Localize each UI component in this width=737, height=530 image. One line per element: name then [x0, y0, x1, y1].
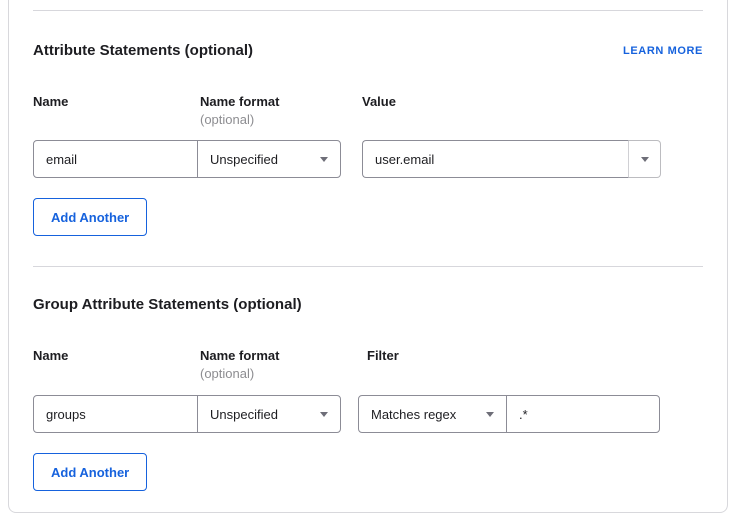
top-divider — [33, 10, 703, 11]
settings-card: Attribute Statements (optional) LEARN MO… — [8, 0, 728, 513]
dropdown-caret-icon — [320, 157, 328, 162]
attribute-statement-row: Unspecified — [33, 140, 703, 178]
name-format-optional-label: (optional) — [200, 112, 362, 128]
group-attribute-statements-title: Group Attribute Statements (optional) — [33, 296, 302, 314]
dropdown-caret-icon — [641, 157, 649, 162]
filter-column-label: Filter — [367, 347, 399, 364]
group-attribute-name-input[interactable] — [33, 395, 198, 433]
group-attribute-name-format-value: Unspecified — [210, 407, 278, 422]
attribute-value-dropdown-button[interactable] — [629, 140, 661, 178]
group-name-format-optional-label: (optional) — [200, 366, 367, 382]
section-divider — [33, 266, 703, 267]
group-filter-type-select[interactable]: Matches regex — [358, 395, 507, 433]
attribute-value-input[interactable] — [362, 140, 629, 178]
attribute-statements-title: Attribute Statements (optional) — [33, 42, 253, 60]
attribute-name-format-value: Unspecified — [210, 152, 278, 167]
dropdown-caret-icon — [320, 412, 328, 417]
name-column-label: Name — [33, 93, 200, 110]
value-column-label: Value — [362, 93, 396, 110]
name-format-column-label: Name format — [200, 93, 362, 110]
group-filter-value-input[interactable] — [506, 395, 660, 433]
group-name-column-label: Name — [33, 347, 200, 364]
dropdown-caret-icon — [486, 412, 494, 417]
add-another-attribute-button[interactable]: Add Another — [33, 198, 147, 236]
group-attribute-columns-header: Name Name format (optional) Filter — [33, 347, 703, 382]
attribute-statements-header: Attribute Statements (optional) LEARN MO… — [33, 42, 703, 60]
group-filter-type-value: Matches regex — [371, 407, 456, 422]
group-name-format-column-label: Name format — [200, 347, 367, 364]
attribute-columns-header: Name Name format (optional) Value — [33, 93, 703, 128]
group-attribute-statement-row: Unspecified Matches regex — [33, 395, 703, 433]
attribute-name-format-select[interactable]: Unspecified — [197, 140, 341, 178]
add-another-group-attribute-button[interactable]: Add Another — [33, 453, 147, 491]
group-attribute-name-format-select[interactable]: Unspecified — [197, 395, 341, 433]
group-attribute-statements-header: Group Attribute Statements (optional) — [33, 296, 703, 314]
attribute-name-input[interactable] — [33, 140, 198, 178]
attribute-value-combobox — [362, 140, 661, 178]
learn-more-link[interactable]: LEARN MORE — [623, 42, 703, 58]
